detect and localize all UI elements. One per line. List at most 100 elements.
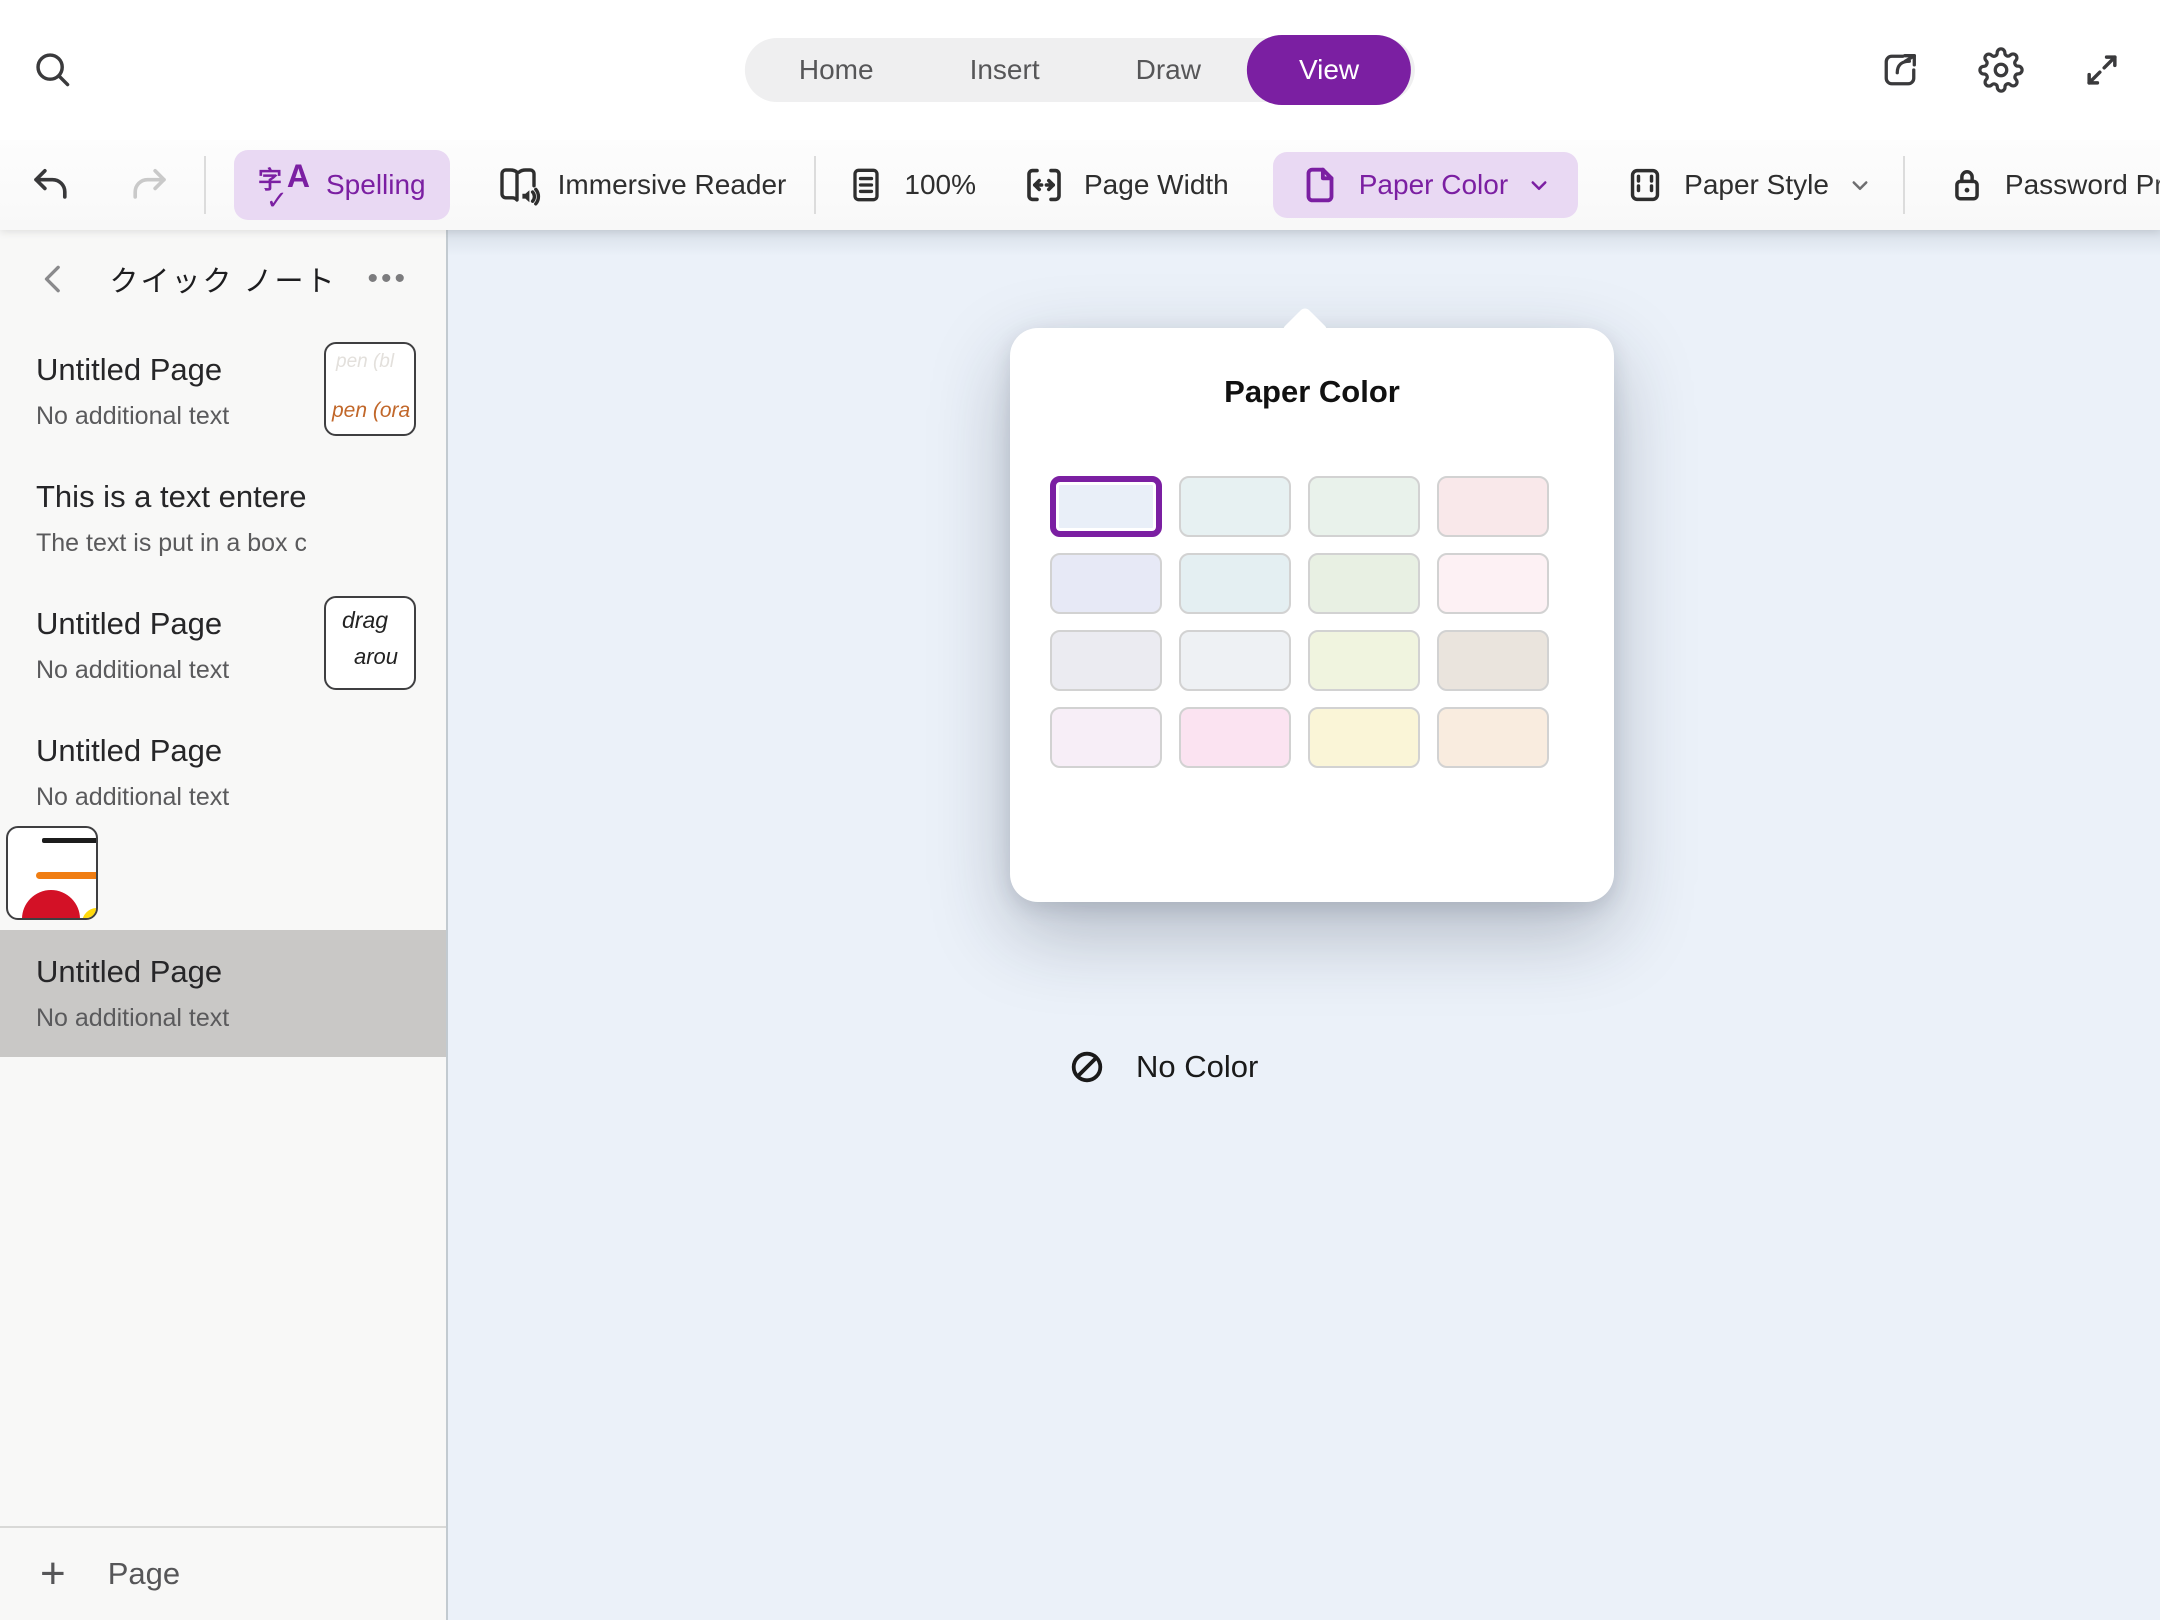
undo-button[interactable] — [28, 162, 74, 208]
toolbar-divider — [1903, 156, 1905, 214]
page-title: Untitled Page — [36, 954, 306, 990]
tab-home[interactable]: Home — [751, 38, 922, 102]
thumbnail-ink-text: drag — [342, 608, 414, 633]
page-list: Untitled PageNo additional textpen (blpe… — [0, 328, 446, 1526]
paper-color-label: Paper Color — [1359, 169, 1508, 201]
chevron-down-icon — [1845, 170, 1875, 200]
password-protection-label: Password Protection — [2005, 169, 2160, 201]
lock-icon — [1945, 163, 1989, 207]
page-title: Untitled Page — [36, 606, 306, 642]
paper-color-swatch-14[interactable] — [1179, 707, 1291, 768]
paper-color-icon — [1297, 162, 1343, 208]
page-width-label: Page Width — [1084, 169, 1229, 201]
page-subtitle: No additional text — [36, 1004, 306, 1033]
redo-icon — [126, 162, 172, 208]
settings-button[interactable] — [1978, 47, 2024, 93]
paper-color-swatch-2[interactable] — [1179, 476, 1291, 537]
page-list-item[interactable]: Untitled PageNo additional textpen (blpe… — [0, 328, 446, 455]
shape-yellow — [82, 908, 98, 920]
password-protection-button[interactable]: Password Protection — [1945, 163, 2160, 207]
search-icon — [30, 47, 76, 93]
gear-icon — [1978, 47, 2024, 93]
page-title: This is a text entered in... — [36, 479, 306, 515]
paper-color-swatch-4[interactable] — [1437, 476, 1549, 537]
page-subtitle: No additional text — [36, 402, 306, 431]
chevron-down-icon — [1524, 170, 1554, 200]
paper-color-swatch-15[interactable] — [1308, 707, 1420, 768]
page-thumbnail — [6, 826, 98, 920]
undo-icon — [28, 162, 74, 208]
top-bar: HomeInsertDrawView — [0, 0, 2160, 140]
paper-color-swatch-16[interactable] — [1437, 707, 1549, 768]
add-page-button[interactable]: + Page — [0, 1526, 446, 1620]
paper-color-swatch-13[interactable] — [1050, 707, 1162, 768]
paper-style-label: Paper Style — [1684, 169, 1829, 201]
no-color-option[interactable]: No Color — [1068, 1048, 1258, 1086]
fullscreen-button[interactable] — [2080, 48, 2124, 92]
page-list-item[interactable]: This is a text entered in... The text is … — [0, 455, 446, 582]
page-list-item[interactable]: Untitled PageNo additional textdragarou — [0, 582, 446, 709]
paper-color-swatch-5[interactable] — [1050, 553, 1162, 614]
shape-black — [42, 838, 98, 843]
onenote-app: HomeInsertDrawView — [0, 0, 2160, 1620]
paper-color-swatch-11[interactable] — [1308, 630, 1420, 691]
paper-color-swatch-7[interactable] — [1308, 553, 1420, 614]
thumbnail-ink-text: pen (bl — [336, 352, 414, 373]
sidebar-header: クイック ノート ••• — [0, 230, 446, 328]
paper-color-swatch-12[interactable] — [1437, 630, 1549, 691]
paper-color-swatch-8[interactable] — [1437, 553, 1549, 614]
back-chevron-icon — [34, 259, 74, 299]
paper-style-button[interactable]: Paper Style — [1622, 162, 1875, 208]
share-button[interactable] — [1878, 48, 1922, 92]
zoom-level-label: 100% — [904, 169, 976, 201]
redo-button[interactable] — [126, 162, 172, 208]
page-list-sidebar: クイック ノート ••• Untitled Page No additional … — [0, 230, 448, 1620]
tab-insert[interactable]: Insert — [922, 38, 1088, 102]
page-thumbnail: drag arou — [324, 596, 416, 690]
topbar-actions — [1878, 0, 2124, 140]
tab-draw[interactable]: Draw — [1088, 38, 1249, 102]
paper-color-swatch-grid — [1050, 476, 1562, 768]
immersive-reader-label: Immersive Reader — [558, 169, 787, 201]
immersive-reader-icon — [494, 161, 542, 209]
paper-color-swatch-1[interactable] — [1050, 476, 1162, 537]
ribbon-tab-group: HomeInsertDrawView — [745, 38, 1415, 102]
paper-color-popover: Paper Color No Color — [1010, 328, 1614, 902]
page-title: Untitled Page — [36, 733, 306, 769]
page-thumbnail: pen (bl pen (ora — [324, 342, 416, 436]
paper-color-button[interactable]: Paper Color — [1273, 152, 1578, 218]
toolbar-divider — [204, 156, 206, 214]
page-title: Untitled Page — [36, 352, 306, 388]
shape-orange — [36, 872, 98, 879]
search-button[interactable] — [30, 47, 76, 93]
thumbnail-ink-text: arou — [354, 645, 414, 669]
spelling-button[interactable]: 字 A ✓ Spelling — [234, 150, 450, 220]
paper-color-swatch-3[interactable] — [1308, 476, 1420, 537]
no-color-label: No Color — [1136, 1049, 1258, 1085]
paper-color-swatch-6[interactable] — [1179, 553, 1291, 614]
view-ribbon-toolbar: 字 A ✓ Spelling Immersive Reader — [0, 140, 2160, 230]
page-subtitle: The text is put in a box called... — [36, 529, 306, 558]
page-list-item[interactable]: Untitled Page No additional text — [0, 930, 446, 1057]
page-list-item[interactable]: Untitled Page No additional text — [0, 709, 446, 930]
immersive-reader-button[interactable]: Immersive Reader — [494, 161, 787, 209]
more-options-button[interactable]: ••• — [367, 262, 408, 296]
paper-color-swatch-10[interactable] — [1179, 630, 1291, 691]
thumbnail-ink-text: pen (ora — [332, 399, 414, 422]
toolbar-divider — [814, 156, 816, 214]
content-area: クイック ノート ••• Untitled Page No additional … — [0, 230, 2160, 1620]
page-width-button[interactable]: Page Width — [1020, 161, 1229, 209]
notebook-section-title: クイック ノート — [109, 258, 336, 300]
spelling-icon: 字 A ✓ — [258, 160, 310, 210]
add-page-label: Page — [108, 1556, 180, 1592]
page-subtitle: No additional text — [36, 783, 306, 812]
no-color-icon — [1068, 1048, 1106, 1086]
share-icon — [1878, 48, 1922, 92]
back-button[interactable] — [34, 259, 74, 299]
paper-color-swatch-9[interactable] — [1050, 630, 1162, 691]
plus-icon: + — [40, 1552, 66, 1596]
zoom-control[interactable]: 100% — [844, 163, 976, 207]
spelling-label: Spelling — [326, 169, 426, 201]
page-width-icon — [1020, 161, 1068, 209]
tab-view[interactable]: View — [1247, 35, 1411, 105]
